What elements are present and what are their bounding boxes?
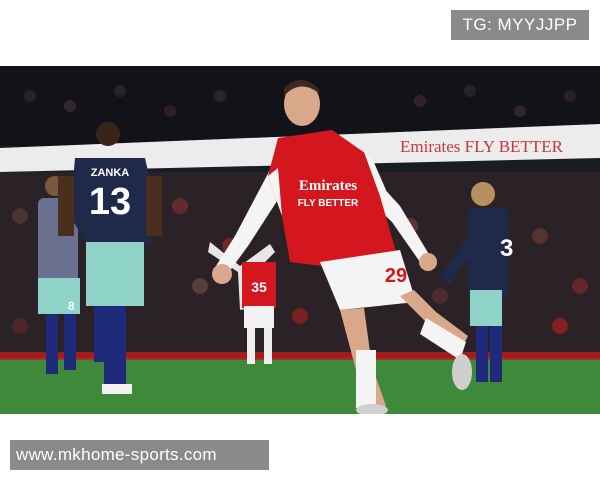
site-url-watermark: www.mkhome-sports.com <box>10 440 269 470</box>
shirt-sponsor-tagline: FLY BETTER <box>298 198 359 209</box>
match-photo: Emirates FLY BETTER 35 8 ZANKA 13 3 Emir… <box>0 66 600 414</box>
pitch <box>0 358 600 414</box>
telegram-watermark: TG: MYYJJPP <box>451 10 589 40</box>
svg-text:35: 35 <box>251 279 267 295</box>
svg-text:8: 8 <box>68 299 75 313</box>
svg-text:3: 3 <box>500 235 513 262</box>
svg-text:ZANKA: ZANKA <box>91 167 130 179</box>
shirt-sponsor-text: Emirates <box>299 178 357 194</box>
shorts-number: 29 <box>385 265 407 287</box>
svg-text:13: 13 <box>89 181 131 223</box>
ad-board-text: Emirates FLY BETTER <box>400 137 564 156</box>
